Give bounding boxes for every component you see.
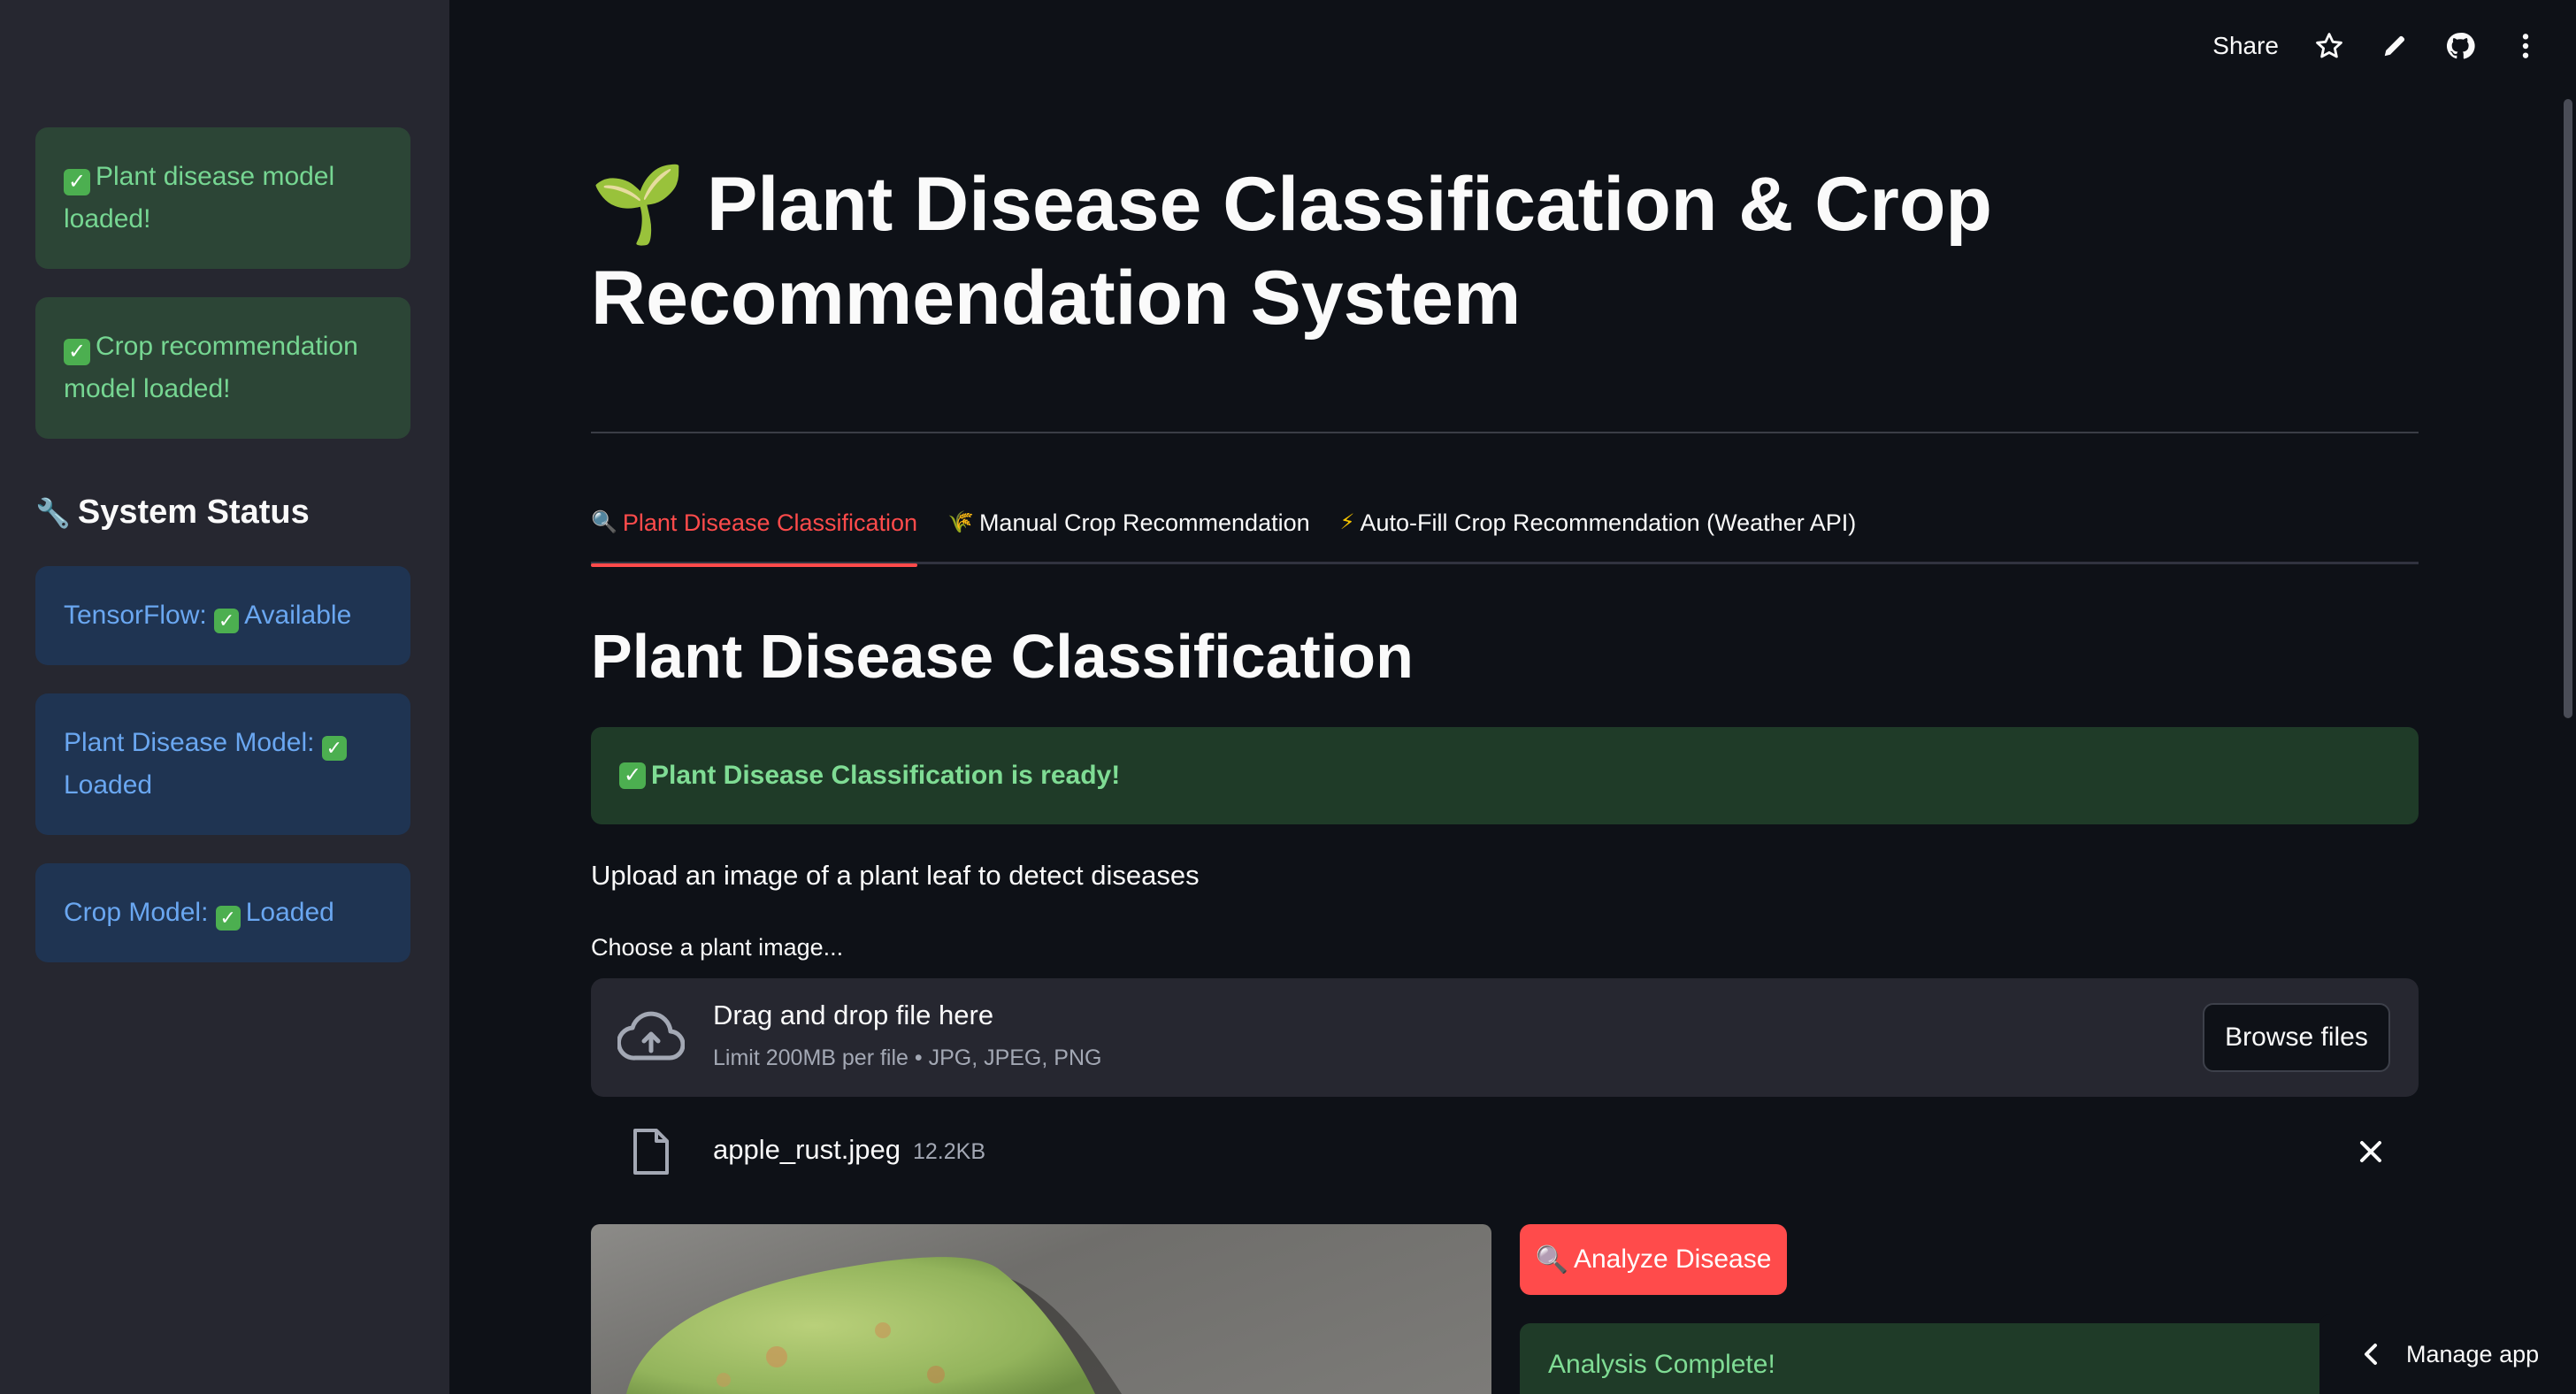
uploader-label: Choose a plant image... (591, 934, 844, 961)
section-title: Plant Disease Classification (591, 622, 1414, 691)
wrench-icon: 🔧 (35, 496, 71, 529)
tab-plant-disease-classification[interactable]: 🔍 Plant Disease Classification (591, 501, 918, 567)
status-value: Available (244, 601, 352, 630)
status-plant-disease-model: Plant Disease Model: ✓ Loaded (35, 693, 410, 835)
system-status-title: System Status (77, 494, 310, 531)
dropzone-title: Drag and drop file here (713, 1000, 994, 1030)
analysis-complete-banner: Analysis Complete! (1520, 1323, 2419, 1394)
check-icon: ✓ (64, 169, 90, 195)
file-icon (633, 1129, 669, 1175)
status-value: Loaded (245, 898, 334, 927)
magnifier-icon: 🔍 (591, 510, 617, 534)
edit-icon[interactable] (2380, 31, 2410, 61)
dropzone-hint: Limit 200MB per file • JPG, JPEG, PNG (713, 1046, 1102, 1070)
wheat-icon: 🌾 (947, 510, 974, 534)
tab-label: Auto-Fill Crop Recommendation (Weather A… (1360, 509, 1857, 536)
status-value: Loaded (64, 770, 153, 800)
tab-auto-fill-crop-recommendation[interactable]: ⚡ Auto-Fill Crop Recommendation (Weather… (1340, 501, 1857, 564)
ready-banner-text: Plant Disease Classification is ready! (651, 761, 1121, 790)
magnifier-icon: 🔍 (1535, 1245, 1568, 1275)
file-dropzone[interactable]: Drag and drop file here Limit 200MB per … (591, 978, 2419, 1097)
check-icon: ✓ (619, 762, 646, 789)
manage-app-label: Manage app (2406, 1340, 2540, 1367)
tab-label: Plant Disease Classification (622, 509, 918, 536)
check-icon: ✓ (214, 609, 240, 633)
star-icon[interactable] (2314, 31, 2344, 61)
status-label: Plant Disease Model: (64, 728, 315, 757)
leaf-image-preview (591, 1224, 1491, 1394)
status-label: TensorFlow: (64, 601, 207, 630)
check-icon: ✓ (215, 906, 241, 931)
check-icon: ✓ (321, 736, 347, 761)
model-loaded-alert: ✓ Plant disease model loaded! (35, 127, 410, 269)
crop-model-loaded-alert: ✓ Crop recommendation model loaded! (35, 297, 410, 439)
uploaded-file-row: apple_rust.jpeg 12.2KB (591, 1118, 2419, 1185)
upload-description: Upload an image of a plant leaf to detec… (591, 860, 1200, 891)
chevron-left-icon (2365, 1344, 2377, 1365)
share-button[interactable]: Share (2212, 32, 2279, 60)
status-tensorflow: TensorFlow: ✓ Available (35, 566, 410, 665)
analyze-button-label: Analyze Disease (1573, 1245, 1772, 1274)
tab-label: Manual Crop Recommendation (978, 509, 1310, 536)
sidebar: ✓ Plant disease model loaded! ✓ Crop recom… (0, 0, 449, 1394)
seedling-icon: 🌱 (591, 162, 686, 247)
more-menu-icon[interactable] (2511, 31, 2541, 61)
manage-app-button[interactable]: Manage app (2319, 1314, 2576, 1394)
lightning-icon: ⚡ (1339, 510, 1355, 534)
file-size: 12.2KB (913, 1139, 986, 1164)
status-label: Crop Model: (64, 898, 209, 927)
alert-text: Plant disease model loaded! (64, 162, 335, 234)
tab-manual-crop-recommendation[interactable]: 🌾 Manual Crop Recommendation (947, 501, 1310, 564)
main-scrollbar[interactable] (2564, 99, 2572, 718)
status-crop-model: Crop Model: ✓ Loaded (35, 863, 410, 962)
check-icon: ✓ (64, 339, 90, 365)
page-title-text: Plant Disease Classification & Crop Reco… (591, 162, 1992, 341)
divider (591, 432, 2419, 433)
file-name: apple_rust.jpeg (713, 1134, 901, 1165)
github-icon[interactable] (2445, 31, 2475, 61)
alert-text: Crop recommendation model loaded! (64, 332, 358, 403)
tab-bar: 🔍 Plant Disease Classification 🌾 Manual … (591, 501, 2419, 567)
close-icon[interactable] (2355, 1136, 2387, 1168)
leaf-image (626, 1257, 1122, 1394)
analyze-disease-button[interactable]: 🔍 Analyze Disease (1520, 1224, 1787, 1295)
page-title: 🌱 Plant Disease Classification & Crop Re… (591, 157, 2095, 345)
browse-files-button[interactable]: Browse files (2203, 1003, 2390, 1072)
top-toolbar: Share (2212, 25, 2541, 67)
ready-banner: ✓ Plant Disease Classification is ready! (591, 727, 2419, 824)
system-status-heading: 🔧 System Status (35, 494, 310, 532)
cloud-upload-icon (617, 1011, 685, 1061)
